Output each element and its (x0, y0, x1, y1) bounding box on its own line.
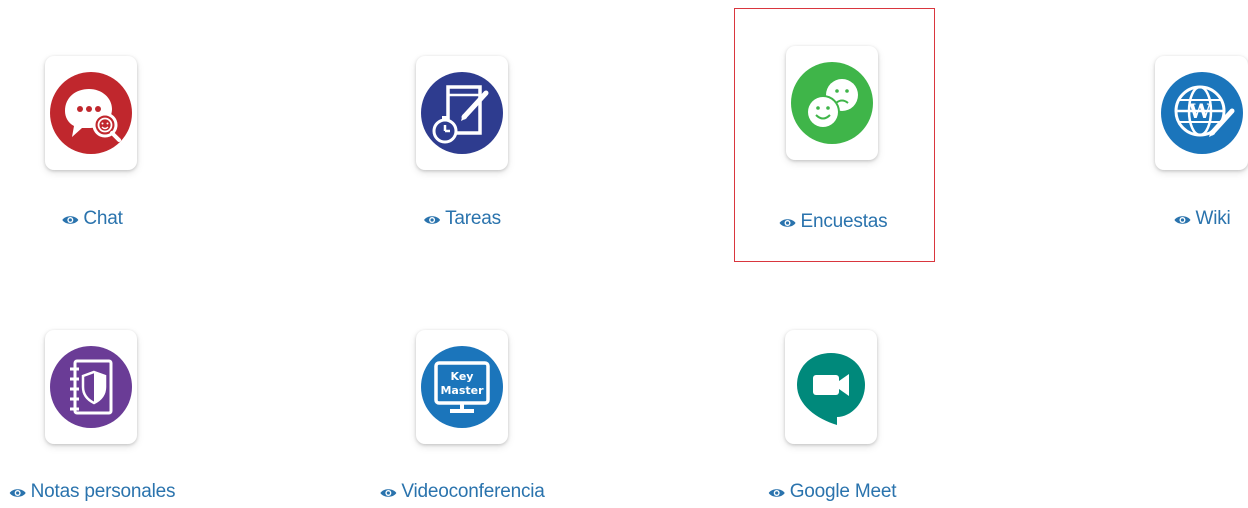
tool-wiki-link[interactable]: Wiki (1173, 208, 1231, 232)
tool-chat-tile[interactable] (45, 56, 137, 170)
tool-label: Tareas (445, 208, 501, 229)
keymaster-icon: Key Master (421, 346, 503, 428)
svg-text:W: W (1187, 99, 1211, 123)
tool-label: Chat (83, 208, 123, 229)
wiki-icon: W (1160, 72, 1243, 154)
tool-label: Wiki (1195, 208, 1231, 229)
chat-icon (50, 72, 132, 154)
eye-icon (423, 210, 441, 232)
eye-icon (9, 483, 27, 505)
tool-surveys-tile[interactable] (786, 46, 878, 160)
surveys-icon (791, 62, 873, 144)
tool-chat-link[interactable]: Chat (61, 208, 123, 232)
keymaster-line-1: Key (451, 370, 474, 383)
tool-surveys-link[interactable]: Encuestas (779, 211, 888, 235)
eye-icon (61, 210, 79, 232)
eye-icon (379, 483, 397, 505)
tool-label: Videoconferencia (401, 481, 545, 502)
tool-google-meet-link[interactable]: Google Meet (768, 481, 897, 505)
tool-videoconference-link[interactable]: Videoconferencia (379, 481, 545, 505)
eye-icon (1173, 210, 1191, 232)
tool-label: Notas personales (30, 481, 176, 502)
eye-icon (779, 213, 797, 235)
tool-google-meet-tile[interactable] (785, 330, 877, 444)
tool-tasks-tile[interactable] (416, 56, 508, 170)
tool-label: Google Meet (789, 481, 897, 502)
google-meet-icon (797, 353, 865, 425)
tool-wiki-tile[interactable]: W (1155, 56, 1248, 170)
keymaster-line-2: Master (440, 384, 484, 397)
tool-personal-notes-tile[interactable] (45, 330, 137, 444)
tool-personal-notes-link[interactable]: Notas personales (9, 481, 176, 505)
eye-icon (768, 483, 786, 505)
tool-videoconference-tile[interactable]: Key Master (416, 330, 508, 444)
personal-notes-icon (50, 346, 132, 428)
tool-label: Encuestas (800, 211, 888, 232)
tasks-icon (421, 72, 503, 154)
tool-tasks-link[interactable]: Tareas (423, 208, 501, 232)
